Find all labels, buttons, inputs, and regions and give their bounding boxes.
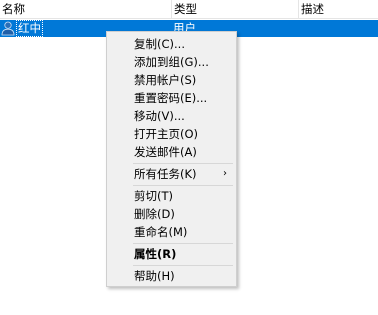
column-header-name[interactable]: 名称 (0, 0, 171, 18)
user-icon (1, 21, 15, 36)
column-header: 名称 类型 描述 (0, 0, 378, 19)
menu-item-copy[interactable]: 复制(C)... (108, 35, 235, 53)
menu-item-all-tasks-label: 所有任务(K) (134, 167, 197, 181)
menu-item-help[interactable]: 帮助(H) (108, 267, 235, 285)
menu-separator (133, 185, 233, 186)
context-menu: 复制(C)... 添加到组(G)... 禁用帐户(S) 重置密码(E)... 移… (106, 31, 237, 287)
menu-item-add-to-group[interactable]: 添加到组(G)... (108, 53, 235, 71)
menu-item-disable-account[interactable]: 禁用帐户(S) (108, 71, 235, 89)
menu-item-rename[interactable]: 重命名(M) (108, 223, 235, 241)
menu-separator (133, 243, 233, 244)
row-name-cell[interactable]: 红中 (16, 20, 43, 37)
menu-item-properties[interactable]: 属性(R) (108, 245, 235, 263)
menu-item-move[interactable]: 移动(V)... (108, 107, 235, 125)
menu-item-send-mail[interactable]: 发送邮件(A) (108, 143, 235, 161)
menu-separator (133, 265, 233, 266)
menu-item-all-tasks[interactable]: 所有任务(K) › (108, 165, 235, 183)
column-header-description[interactable]: 描述 (298, 0, 378, 18)
menu-separator (133, 163, 233, 164)
chevron-right-icon: › (223, 168, 227, 179)
menu-item-cut[interactable]: 剪切(T) (108, 187, 235, 205)
list-view: 名称 类型 描述 红中 用户 复制(C)... 添加到组(G)... 禁用帐户(… (0, 0, 378, 315)
menu-item-open-home-page[interactable]: 打开主页(O) (108, 125, 235, 143)
column-header-type[interactable]: 类型 (171, 0, 298, 18)
menu-item-reset-password[interactable]: 重置密码(E)... (108, 89, 235, 107)
menu-item-delete[interactable]: 删除(D) (108, 205, 235, 223)
